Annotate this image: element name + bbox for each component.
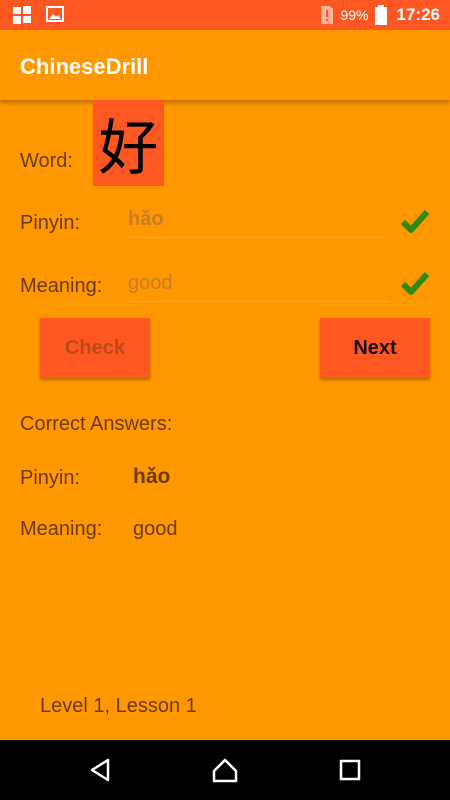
- clock: 17:26: [396, 5, 440, 24]
- home-icon[interactable]: [211, 756, 239, 784]
- battery-icon: [374, 5, 387, 25]
- status-bar: 99% 17:26: [0, 0, 450, 30]
- app-bar: ChineseDrill: [0, 30, 450, 100]
- navigation-bar: [0, 740, 450, 800]
- correct-answers-heading: Correct Answers:: [20, 413, 173, 435]
- answer-meaning-label: Meaning:: [20, 518, 103, 540]
- word-label: Word:: [20, 150, 73, 172]
- chinese-character: 好: [93, 100, 164, 186]
- answer-meaning-value: good: [133, 518, 178, 540]
- pinyin-label: Pinyin:: [20, 212, 81, 234]
- recent-apps-icon[interactable]: [336, 756, 364, 784]
- battery-percent: 99%: [340, 7, 369, 23]
- image-notification-icon: [46, 6, 64, 22]
- checkmark-icon: [400, 272, 430, 295]
- answer-pinyin-value: hǎo: [133, 465, 171, 488]
- level-lesson-text: Level 1, Lesson 1: [40, 695, 197, 717]
- meaning-input[interactable]: good: [128, 272, 390, 302]
- answer-pinyin-label: Pinyin:: [20, 467, 81, 489]
- next-button[interactable]: Next: [320, 318, 430, 378]
- check-button[interactable]: Check: [40, 318, 150, 378]
- screenshot-notification-icon: [13, 6, 31, 24]
- app-title: ChineseDrill: [20, 54, 149, 79]
- back-icon[interactable]: [86, 756, 114, 784]
- pinyin-input[interactable]: hǎo: [128, 208, 383, 238]
- meaning-label: Meaning:: [20, 275, 103, 297]
- sim-alert-icon: [321, 6, 334, 24]
- checkmark-icon: [400, 210, 430, 233]
